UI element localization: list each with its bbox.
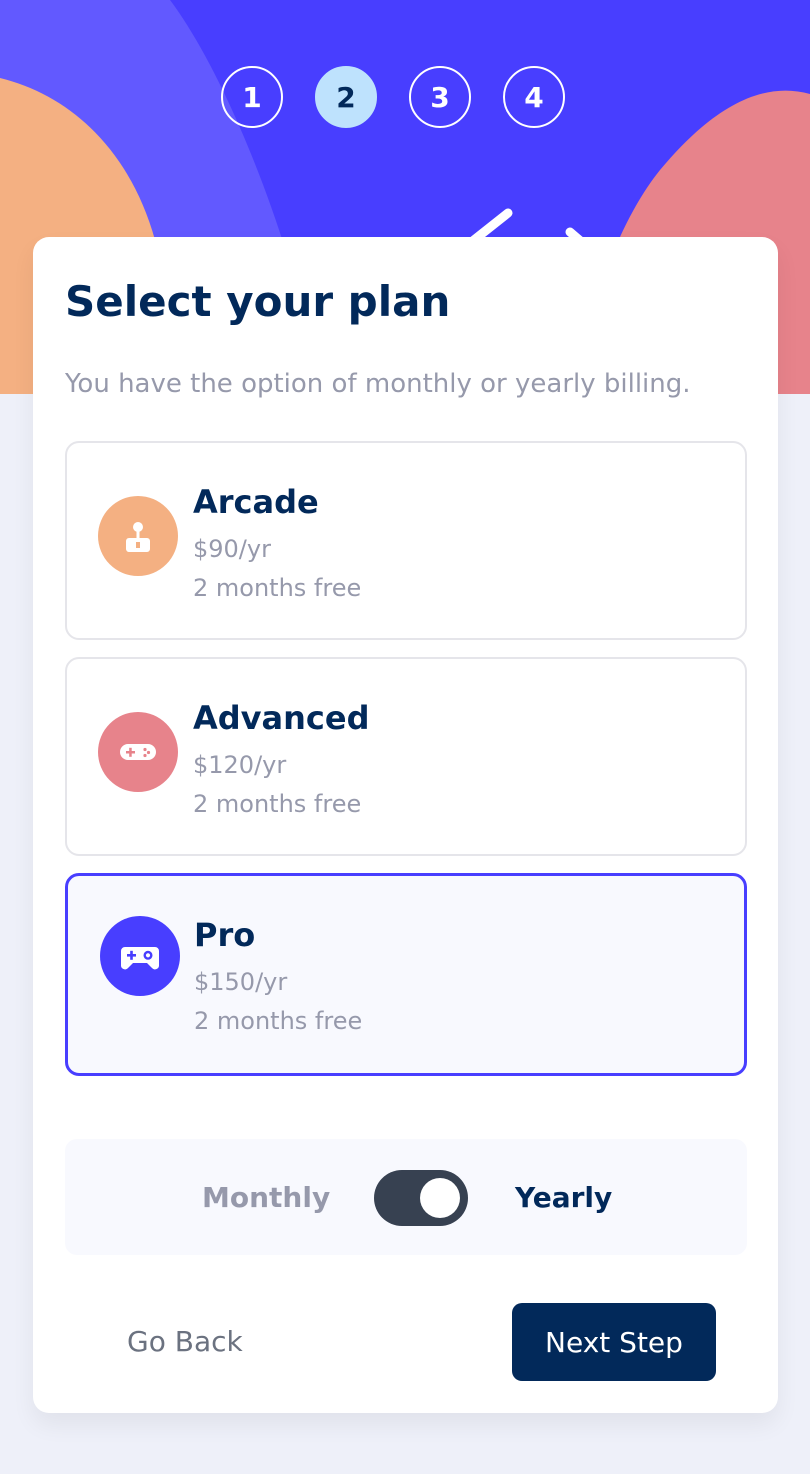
- next-step-button[interactable]: Next Step: [512, 1303, 716, 1381]
- go-back-button[interactable]: Go Back: [127, 1325, 243, 1358]
- page-subtitle: You have the option of monthly or yearly…: [65, 369, 691, 399]
- plan-price: $120/yr: [193, 751, 287, 779]
- plan-bonus: 2 months free: [193, 790, 362, 818]
- gamepad-icon: [98, 712, 178, 792]
- plan-price: $150/yr: [194, 968, 288, 996]
- plan-name: Advanced: [193, 699, 370, 737]
- plan-option-pro[interactable]: Pro $150/yr 2 months free: [65, 873, 747, 1076]
- step-2-active: 2: [315, 66, 377, 128]
- step-4: 4: [503, 66, 565, 128]
- plan-name: Pro: [194, 916, 256, 954]
- billing-toggle-container: Monthly Yearly: [65, 1139, 747, 1255]
- step-indicator: 1 2 3 4: [221, 66, 565, 128]
- plan-bonus: 2 months free: [193, 574, 362, 602]
- toggle-knob: [420, 1178, 460, 1218]
- page-title: Select your plan: [65, 277, 451, 326]
- plan-option-arcade[interactable]: Arcade $90/yr 2 months free: [65, 441, 747, 640]
- joystick-icon: [98, 496, 178, 576]
- plan-option-advanced[interactable]: Advanced $120/yr 2 months free: [65, 657, 747, 856]
- controller-icon: [100, 916, 180, 996]
- plan-bonus: 2 months free: [194, 1007, 363, 1035]
- billing-toggle[interactable]: [374, 1170, 468, 1226]
- plan-name: Arcade: [193, 483, 319, 521]
- step-3: 3: [409, 66, 471, 128]
- yearly-label[interactable]: Yearly: [515, 1181, 612, 1214]
- plan-card: Select your plan You have the option of …: [33, 237, 778, 1413]
- plan-price: $90/yr: [193, 535, 271, 563]
- monthly-label[interactable]: Monthly: [202, 1181, 330, 1214]
- step-1: 1: [221, 66, 283, 128]
